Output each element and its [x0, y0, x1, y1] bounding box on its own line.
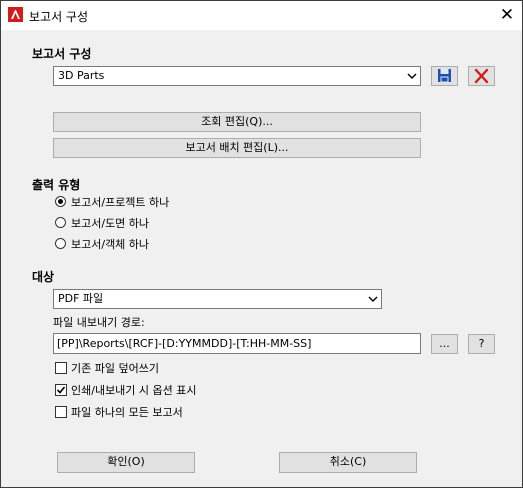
- edit-query-button[interactable]: 조회 편집(Q)...: [53, 112, 421, 132]
- radio-label: 보고서/프로젝트 하나: [71, 196, 170, 209]
- radio-button-selected[interactable]: [55, 196, 66, 207]
- chevron-down-icon: [407, 73, 417, 79]
- radio-one-per-object[interactable]: 보고서/객체 하나: [53, 236, 353, 252]
- report-config-section-label: 보고서 구성: [32, 47, 92, 61]
- radio-label: 보고서/객체 하나: [71, 238, 150, 251]
- close-button[interactable]: ✕: [496, 4, 518, 26]
- help-button[interactable]: ?: [468, 334, 495, 354]
- ok-button[interactable]: 확인(O): [57, 452, 195, 473]
- checkbox-label: 기존 파일 덮어쓰기: [71, 362, 159, 375]
- checkbox-checked[interactable]: [55, 384, 67, 396]
- report-config-selected-value: 3D Parts: [58, 69, 105, 82]
- chevron-down-icon: [368, 296, 378, 302]
- save-config-button[interactable]: [431, 66, 458, 86]
- radio-one-per-drawing[interactable]: 보고서/도면 하나: [53, 215, 353, 231]
- cancel-button[interactable]: 취소(C): [279, 452, 417, 473]
- checkbox-overwrite-existing[interactable]: 기존 파일 덮어쓰기: [53, 360, 353, 376]
- edit-layout-button[interactable]: 보고서 배치 편집(L)...: [53, 138, 421, 158]
- radio-button[interactable]: [55, 217, 66, 228]
- title-bar: 보고서 구성 ✕: [1, 1, 522, 30]
- checkbox[interactable]: [55, 406, 67, 418]
- checkmark-icon: [56, 386, 66, 394]
- checkbox-all-reports-one-file[interactable]: 파일 하나의 모든 보고서: [53, 404, 353, 420]
- delete-config-button[interactable]: [468, 66, 495, 86]
- window-title: 보고서 구성: [29, 10, 89, 24]
- target-selected-value: PDF 파일: [58, 292, 104, 305]
- checkbox-label: 파일 하나의 모든 보고서: [71, 406, 183, 419]
- red-x-delete-icon: [474, 68, 489, 84]
- browse-button[interactable]: ...: [431, 334, 458, 354]
- export-path-label: 파일 내보내기 경로:: [53, 316, 145, 329]
- radio-button[interactable]: [55, 238, 66, 249]
- output-type-section-label: 출력 유형: [32, 178, 81, 192]
- checkbox-label: 인쇄/내보내기 시 옵션 표시: [71, 384, 197, 397]
- report-config-select[interactable]: 3D Parts: [53, 66, 421, 86]
- save-disk-icon: [438, 69, 451, 83]
- radio-one-per-project[interactable]: 보고서/프로젝트 하나: [53, 194, 353, 210]
- autocad-logo-icon: [8, 7, 23, 22]
- target-section-label: 대상: [32, 270, 55, 284]
- target-select[interactable]: PDF 파일: [53, 289, 382, 309]
- checkbox-show-options[interactable]: 인쇄/내보내기 시 옵션 표시: [53, 382, 353, 398]
- radio-label: 보고서/도면 하나: [71, 217, 150, 230]
- export-path-input[interactable]: [PP]\Reports\[RCF]-[D:YYMMDD]-[T:HH-MM-S…: [53, 333, 421, 354]
- checkbox[interactable]: [55, 362, 67, 374]
- report-config-dialog: 보고서 구성 ✕ 보고서 구성 3D Parts 조회 편집(Q)... 보고서…: [0, 0, 523, 488]
